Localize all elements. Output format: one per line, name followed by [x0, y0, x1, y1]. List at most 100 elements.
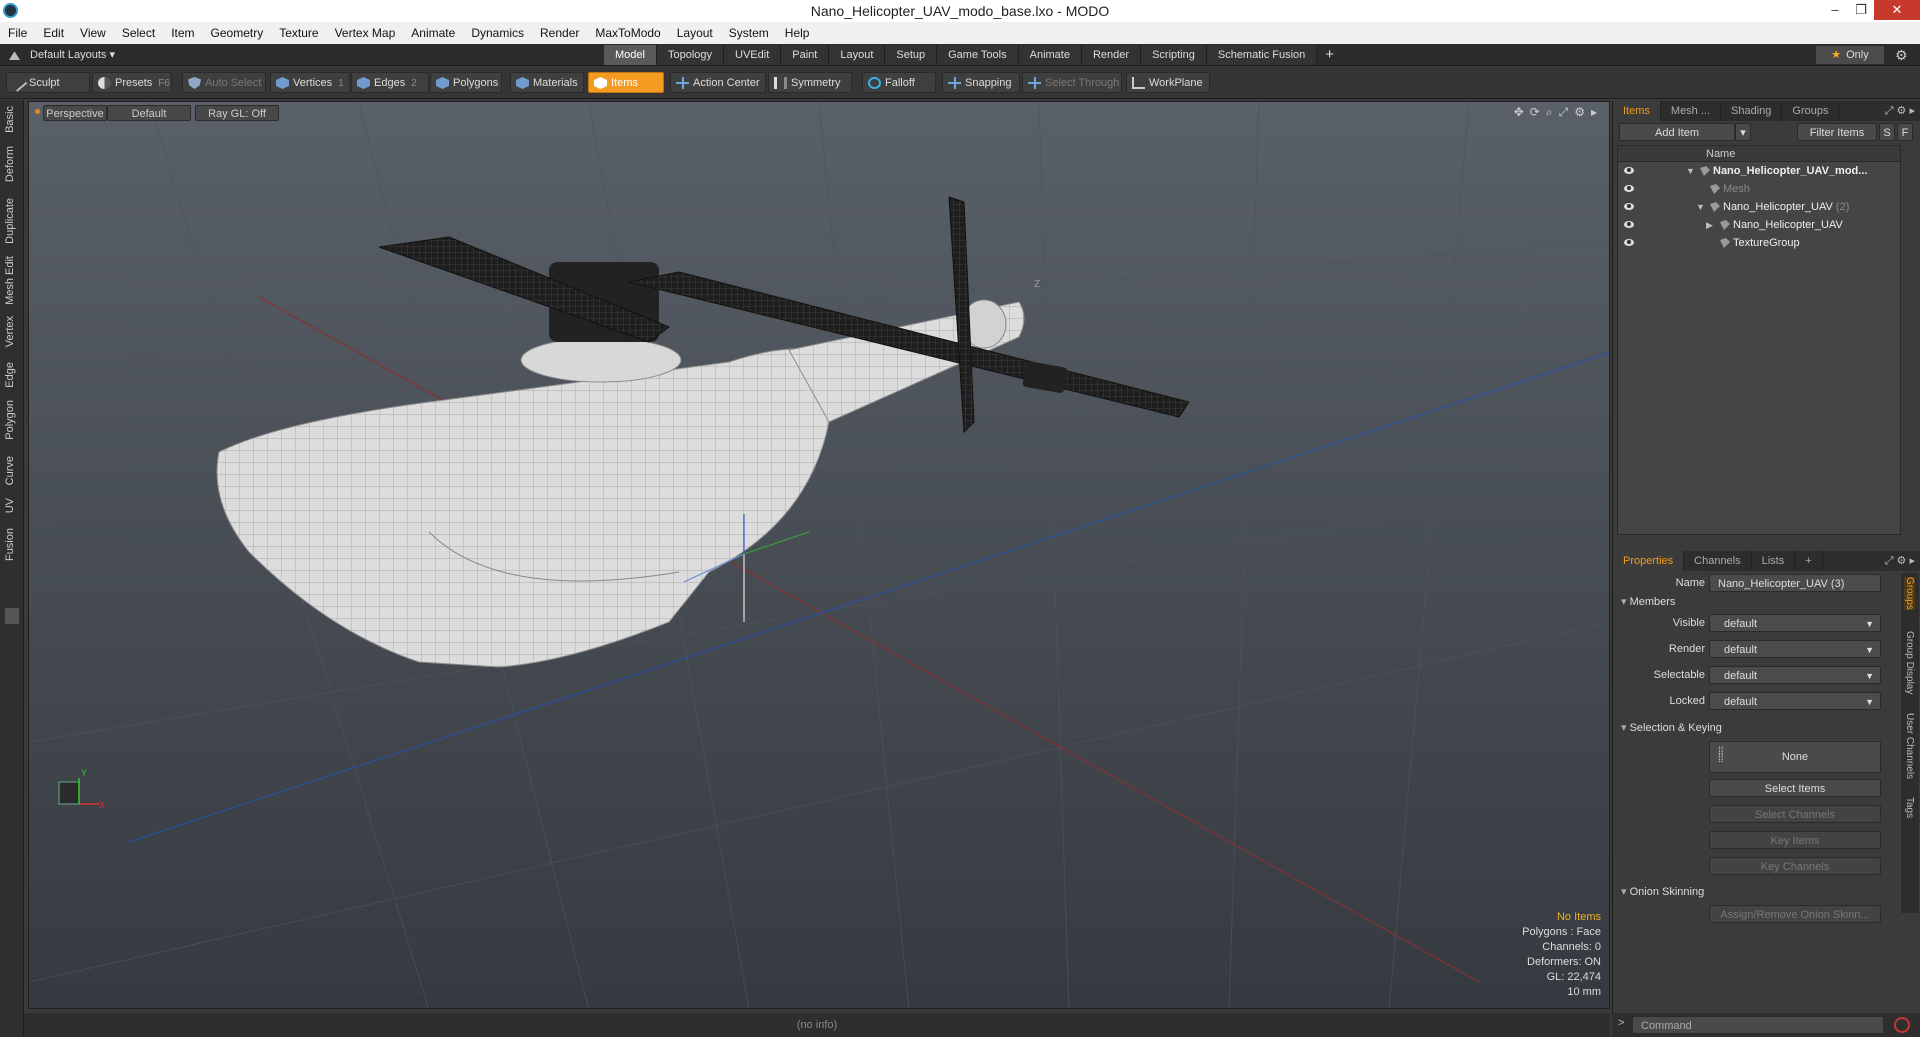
workplane-button[interactable]: WorkPlane [1126, 72, 1210, 93]
tab-setup[interactable]: Setup [885, 45, 938, 65]
tab-mesh[interactable]: Mesh ... [1661, 101, 1722, 121]
vtab-mesh-edit[interactable]: Mesh Edit [4, 256, 16, 305]
left-panel-toggle[interactable] [5, 608, 19, 624]
snapping-button[interactable]: Snapping [942, 72, 1020, 93]
close-button[interactable]: ✕ [1874, 0, 1920, 20]
layouts-dropdown[interactable]: Default Layouts ▾ [30, 48, 115, 61]
visible-dropdown[interactable]: default ▼ [1709, 614, 1881, 632]
expand-arrow-icon[interactable]: ▶ [1706, 216, 1713, 234]
tree-row[interactable]: ▶ Nano_Helicopter_UAV [1618, 216, 1900, 234]
assign-onion-skin-button[interactable]: Assign/Remove Onion Skinn... [1709, 905, 1881, 923]
vtab-duplicate[interactable]: Duplicate [4, 198, 16, 244]
tab-schematic-fusion[interactable]: Schematic Fusion [1206, 45, 1318, 65]
selection-keying-section[interactable]: Selection & Keying [1621, 721, 1722, 734]
zoom-icon[interactable]: ⌕ [1546, 105, 1553, 120]
command-input[interactable]: Command [1632, 1016, 1884, 1034]
onion-skinning-section[interactable]: Onion Skinning [1621, 885, 1705, 898]
vtab-vertex[interactable]: Vertex [4, 316, 16, 347]
menu-dynamics[interactable]: Dynamics [463, 26, 532, 40]
tree-row[interactable]: ▼ Nano_Helicopter_UAV (2) [1618, 198, 1900, 216]
tab-channels[interactable]: Channels [1684, 551, 1752, 571]
vtab-user-channels[interactable]: User Channels [1904, 713, 1915, 779]
add-panel-tab[interactable]: + [1795, 551, 1823, 571]
vertices-button[interactable]: Vertices 1 [270, 72, 350, 93]
tree-row[interactable]: ▼ Nano_Helicopter_UAV_mod... [1618, 162, 1900, 180]
name-column-header[interactable]: Name [1706, 148, 1735, 160]
raygl-toggle[interactable]: Ray GL: Off [195, 105, 279, 121]
menu-maxtomodo[interactable]: MaxToModo [587, 26, 668, 40]
record-macro-icon[interactable] [1894, 1017, 1910, 1033]
restore-button[interactable]: ❐ [1848, 0, 1874, 20]
visibility-eye-icon[interactable] [1624, 221, 1634, 228]
orbit-icon[interactable]: ⟳ [1530, 105, 1540, 120]
action-center-button[interactable]: Action Center [670, 72, 766, 93]
vtab-tags[interactable]: Tags [1904, 797, 1915, 818]
tab-items[interactable]: Items [1613, 101, 1661, 121]
menu-view[interactable]: View [72, 26, 114, 40]
select-items-button[interactable]: Select Items [1709, 779, 1881, 797]
vtab-uv[interactable]: UV [4, 498, 16, 513]
vtab-edge[interactable]: Edge [4, 362, 16, 388]
falloff-button[interactable]: Falloff [862, 72, 936, 93]
name-field[interactable]: Nano_Helicopter_UAV (3) [1709, 574, 1881, 592]
visibility-eye-icon[interactable] [1624, 239, 1634, 246]
vtab-deform[interactable]: Deform [4, 146, 16, 182]
viewport-expand-icon[interactable]: ▸ [1591, 105, 1597, 120]
select-channels-button[interactable]: Select Channels [1709, 805, 1881, 823]
tab-model[interactable]: Model [604, 45, 657, 65]
add-item-dropdown[interactable]: ▾ [1735, 123, 1751, 141]
tab-scripting[interactable]: Scripting [1141, 45, 1207, 65]
menu-geometry[interactable]: Geometry [203, 26, 272, 40]
locked-dropdown[interactable]: default ▼ [1709, 692, 1881, 710]
auto-select-button[interactable]: Auto Select [182, 72, 266, 93]
f-button[interactable]: F [1897, 123, 1913, 141]
menu-edit[interactable]: Edit [35, 26, 72, 40]
vtab-basic[interactable]: Basic [4, 106, 16, 133]
tab-uvedit[interactable]: UVEdit [724, 45, 782, 65]
filter-items-input[interactable]: Filter Items [1797, 123, 1877, 141]
vtab-fusion[interactable]: Fusion [4, 528, 16, 561]
menu-render[interactable]: Render [532, 26, 587, 40]
members-section[interactable]: Members [1621, 595, 1676, 608]
vtab-curve[interactable]: Curve [4, 456, 16, 485]
key-channels-button[interactable]: Key Channels [1709, 857, 1881, 875]
menu-animate[interactable]: Animate [403, 26, 463, 40]
viewport-options-dot[interactable] [35, 109, 40, 114]
menu-system[interactable]: System [721, 26, 777, 40]
items-tree[interactable]: Name ▼ Nano_Helicopter_UAV_mod... Mesh ▼… [1617, 145, 1901, 535]
minimize-button[interactable]: – [1822, 0, 1848, 20]
menu-help[interactable]: Help [777, 26, 818, 40]
tab-shading[interactable]: Shading [1721, 101, 1783, 121]
add-tab-button[interactable]: + [1317, 45, 1342, 65]
key-items-button[interactable]: Key Items [1709, 831, 1881, 849]
none-selection-button[interactable]: ⁞⁞ ⁞⁞ None [1709, 741, 1881, 773]
materials-button[interactable]: Materials [510, 72, 584, 93]
layout-home-icon[interactable] [9, 49, 20, 60]
shading-dropdown[interactable]: Default [107, 105, 191, 121]
tab-render[interactable]: Render [1081, 45, 1142, 65]
menu-vertex-map[interactable]: Vertex Map [327, 26, 404, 40]
menu-select[interactable]: Select [114, 26, 163, 40]
render-dropdown[interactable]: default ▼ [1709, 640, 1881, 658]
items-button[interactable]: Items [588, 72, 664, 93]
tab-groups[interactable]: Groups [1782, 101, 1840, 121]
s-button[interactable]: S [1879, 123, 1895, 141]
only-button[interactable]: ★ Only [1816, 46, 1884, 64]
menu-texture[interactable]: Texture [271, 26, 326, 40]
fit-icon[interactable]: ⤢ [1559, 105, 1569, 120]
edges-button[interactable]: Edges 2 [351, 72, 429, 93]
tab-animate[interactable]: Animate [1018, 45, 1082, 65]
vtab-group-display[interactable]: Group Display [1904, 631, 1915, 694]
tab-lists[interactable]: Lists [1752, 551, 1796, 571]
tab-topology[interactable]: Topology [656, 45, 725, 65]
expand-arrow-icon[interactable]: ▼ [1686, 162, 1695, 180]
symmetry-button[interactable]: Symmetry [768, 72, 852, 93]
vtab-groups[interactable]: Groups [1904, 577, 1915, 610]
menu-item[interactable]: Item [163, 26, 202, 40]
panel-options-icon[interactable]: ⤢ ⚙ ▸ [1885, 551, 1920, 571]
selectable-dropdown[interactable]: default ▼ [1709, 666, 1881, 684]
tree-row[interactable]: TextureGroup [1618, 234, 1900, 252]
menu-file[interactable]: File [0, 26, 35, 40]
sculpt-button[interactable]: Sculpt [6, 72, 90, 93]
perspective-dropdown[interactable]: Perspective [43, 105, 107, 121]
